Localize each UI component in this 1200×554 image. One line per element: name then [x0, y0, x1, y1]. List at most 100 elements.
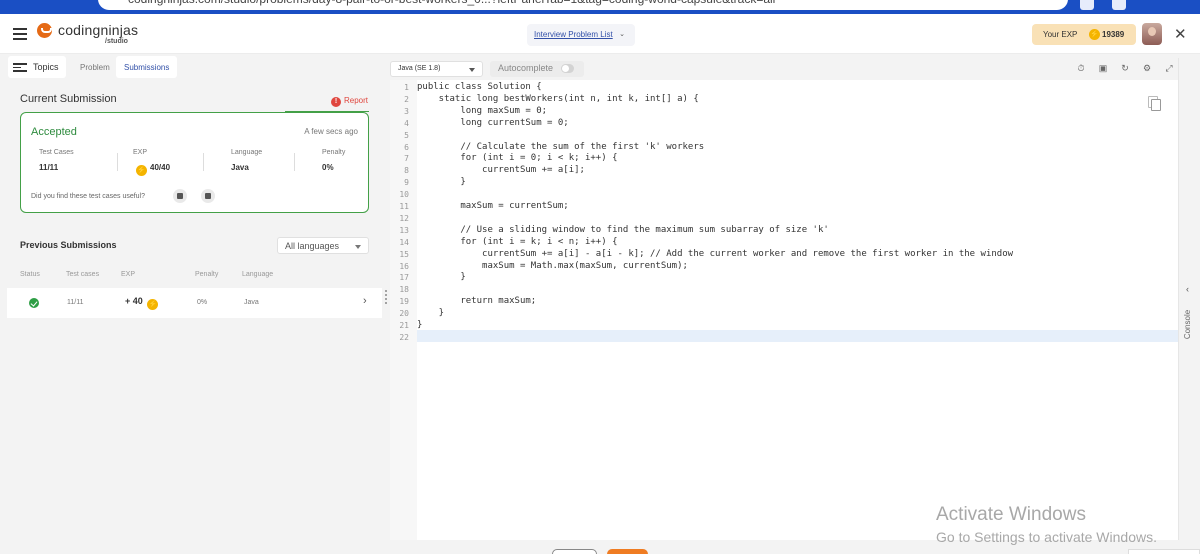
coin-icon: ⚡: [1089, 29, 1100, 40]
address-bar[interactable]: codingninjas.com/studio/problems/day-8-p…: [98, 0, 1068, 10]
line-number: 12: [399, 213, 409, 223]
code-line[interactable]: [417, 213, 1178, 225]
code-line[interactable]: for (int i = k; i < n; i++) {: [417, 237, 1178, 249]
avatar[interactable]: [1142, 23, 1162, 45]
code-line[interactable]: currentSum += a[i] - a[i - k]; // Add th…: [417, 249, 1178, 261]
problem-list-label: Interview Problem List: [534, 30, 613, 39]
submission-status: Accepted: [31, 126, 77, 138]
chevron-right-icon[interactable]: ›: [363, 295, 367, 307]
code-line[interactable]: public class Solution {: [417, 82, 1178, 94]
stat-value: Java: [231, 163, 249, 172]
bottom-panel: [1128, 549, 1200, 554]
save-icon[interactable]: ▣: [1098, 63, 1108, 73]
code-line[interactable]: [417, 284, 1178, 296]
chevron-left-icon[interactable]: ‹: [1186, 284, 1189, 294]
browser-chrome: codingninjas.com/studio/problems/day-8-p…: [0, 0, 1200, 14]
code-line[interactable]: for (int i = 0; i < k; i++) {: [417, 153, 1178, 165]
panel-resize-handle[interactable]: [383, 290, 388, 310]
row-language: Java: [244, 299, 259, 306]
stat-value: 11/11: [39, 163, 59, 172]
run-button[interactable]: [552, 549, 597, 554]
extension-icon[interactable]: [1080, 0, 1094, 10]
autocomplete-label: Autocomplete: [498, 63, 554, 73]
row-exp: + 40 ⚡: [125, 296, 159, 310]
thumbs-up-icon[interactable]: [173, 189, 187, 203]
check-circle-icon: [29, 298, 39, 308]
console-panel-toggle[interactable]: ‹ Console: [1178, 58, 1200, 540]
code-line[interactable]: maxSum = Math.max(maxSum, currentSum);: [417, 261, 1178, 273]
language-filter-select[interactable]: All languages: [277, 237, 369, 254]
copy-icon[interactable]: [1148, 96, 1161, 111]
column-header: Language: [242, 271, 274, 278]
autocomplete-toggle[interactable]: [561, 64, 574, 73]
settings-icon[interactable]: ⚙: [1142, 63, 1152, 73]
line-number: 8: [404, 166, 409, 176]
language-select[interactable]: Java (SE 1.8): [390, 61, 483, 77]
profile-icon[interactable]: [1112, 0, 1126, 10]
line-number: 1: [404, 83, 409, 92]
report-label: Report: [344, 96, 369, 105]
line-number: 19: [399, 297, 409, 307]
code-editor[interactable]: 1 2 3 4 5 6 7 8 9 10 11 12 13 14 15 16 17 18 19 20 21 22 publ…: [390, 80, 1178, 540]
console-label[interactable]: Console: [1183, 310, 1192, 339]
timer-icon[interactable]: ⏱: [1076, 63, 1086, 73]
line-number: 2: [404, 94, 409, 104]
stat-exp: EXP ⚡ 40/40: [133, 149, 170, 176]
code-line[interactable]: [417, 189, 1178, 201]
line-number: 7: [404, 154, 409, 164]
thumbs-down-icon[interactable]: [201, 189, 215, 203]
stat-label: Language: [231, 149, 263, 156]
table-row[interactable]: 11/11 + 40 ⚡ 0% Java ›: [7, 288, 382, 318]
stat-value: ⚡ 40/40: [136, 163, 170, 176]
line-number: 20: [399, 309, 409, 319]
code-line[interactable]: }: [417, 320, 1178, 332]
topics-button[interactable]: Topics: [8, 56, 66, 78]
windows-activation-watermark: Activate Windows Go to Settings to activ…: [936, 504, 1157, 545]
code-line[interactable]: }: [417, 308, 1178, 320]
row-penalty: 0%: [197, 299, 208, 306]
exp-value: 19389: [1102, 30, 1125, 39]
code-line[interactable]: }: [417, 272, 1178, 284]
app-header: codingninjas /studio Interview Problem L…: [0, 14, 1200, 54]
line-number: 16: [399, 261, 409, 271]
submit-button[interactable]: [607, 549, 648, 554]
code-line[interactable]: return maxSum;: [417, 296, 1178, 308]
code-line[interactable]: [417, 130, 1178, 142]
code-area[interactable]: public class Solution { static long best…: [417, 80, 1178, 540]
watermark-line-1: Activate Windows: [936, 504, 1086, 525]
line-number: 4: [404, 118, 409, 128]
interview-problem-list-dropdown[interactable]: Interview Problem List ⌄: [527, 24, 635, 46]
line-number: 18: [399, 285, 409, 295]
column-header: Test cases: [66, 271, 100, 278]
row-test-cases: 11/11: [67, 299, 84, 306]
exp-label: Your EXP: [1043, 30, 1078, 39]
code-line[interactable]: long currentSum = 0;: [417, 118, 1178, 130]
tab-problem[interactable]: Problem: [73, 56, 117, 78]
stat-exp-value: 40/40: [150, 163, 171, 172]
code-line[interactable]: }: [417, 177, 1178, 189]
code-line[interactable]: maxSum = currentSum;: [417, 201, 1178, 213]
row-exp-value: + 40: [125, 296, 143, 306]
code-line[interactable]: [417, 332, 1178, 344]
code-line[interactable]: static long bestWorkers(int n, int k, in…: [417, 94, 1178, 106]
code-line[interactable]: long maxSum = 0;: [417, 106, 1178, 118]
topics-icon: [13, 63, 27, 72]
topics-label: Topics: [33, 62, 59, 72]
code-line[interactable]: currentSum += a[i];: [417, 165, 1178, 177]
reset-icon[interactable]: ↻: [1120, 63, 1130, 73]
fullscreen-icon[interactable]: ⤢: [1164, 63, 1174, 73]
stat-test-cases: Test Cases 11/11: [39, 149, 74, 172]
code-line[interactable]: // Use a sliding window to find the maxi…: [417, 225, 1178, 237]
stat-label: Penalty: [322, 149, 346, 156]
your-exp-badge[interactable]: Your EXP ⚡ 19389: [1032, 24, 1136, 45]
report-button[interactable]: ! Report: [331, 96, 368, 107]
close-icon[interactable]: ✕: [1174, 25, 1187, 43]
column-header: Penalty: [195, 271, 219, 278]
coin-icon: ⚡: [147, 299, 159, 310]
line-number: 5: [404, 130, 409, 140]
stat-value: 0%: [322, 163, 334, 172]
code-line[interactable]: // Calculate the sum of the first 'k' wo…: [417, 142, 1178, 154]
tab-submissions[interactable]: Submissions: [116, 56, 177, 78]
line-number: 10: [399, 190, 409, 200]
hamburger-icon[interactable]: [13, 28, 27, 40]
